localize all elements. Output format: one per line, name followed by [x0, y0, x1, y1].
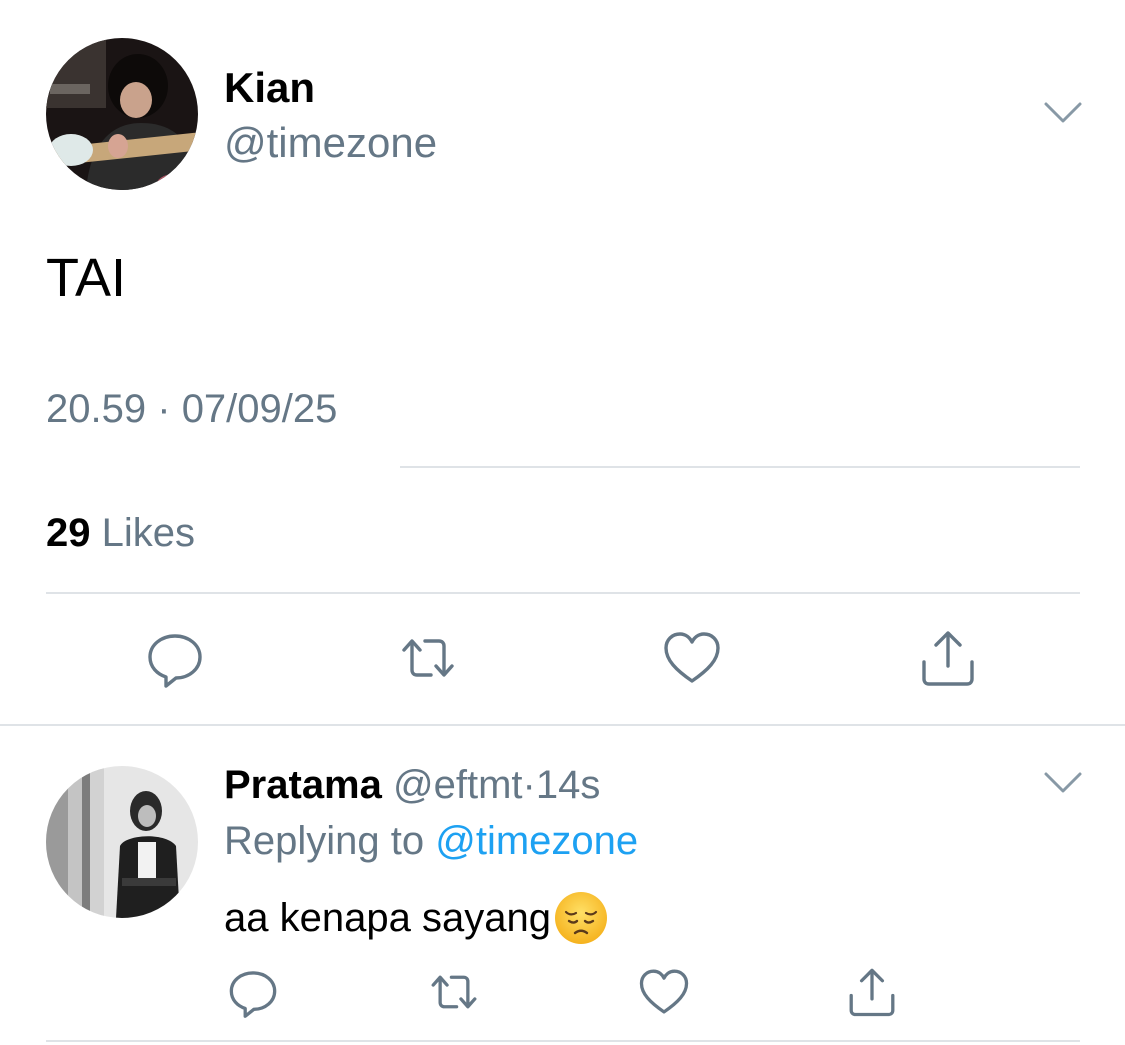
chevron-down-icon[interactable]	[1043, 770, 1083, 796]
replying-to: Replying to @timezone	[224, 818, 638, 864]
reply-age: 14s	[535, 763, 601, 807]
pensive-face-emoji-icon	[553, 890, 609, 946]
tweet-time: 20.59	[46, 387, 147, 431]
chevron-down-icon[interactable]	[1043, 100, 1083, 126]
meta-separator: ·	[522, 763, 536, 807]
author-name[interactable]: Kian	[224, 64, 315, 112]
user-avatar-image	[46, 766, 198, 918]
divider	[46, 1040, 1080, 1042]
divider	[46, 592, 1080, 594]
reply-author-name[interactable]: Pratama	[224, 763, 382, 807]
replying-to-mention[interactable]: @timezone	[435, 819, 638, 863]
heart-icon[interactable]	[662, 628, 722, 688]
meta-separator: ·	[157, 387, 171, 431]
likes-label: Likes	[101, 511, 196, 555]
share-icon[interactable]	[918, 628, 978, 688]
reply-text: aa kenapa sayang	[224, 890, 609, 946]
replying-to-label: Replying to	[224, 819, 425, 863]
likes-summary[interactable]: 29 Likes	[46, 510, 195, 556]
comment-icon[interactable]	[145, 628, 205, 688]
user-avatar-image	[46, 38, 198, 190]
reply-text-content: aa kenapa sayang	[224, 896, 551, 940]
comment-icon[interactable]	[227, 966, 279, 1018]
avatar[interactable]	[46, 38, 198, 190]
likes-count: 29	[46, 511, 91, 555]
tweet-timestamp: 20.59 · 07/09/25	[46, 386, 337, 432]
divider	[400, 466, 1080, 468]
retweet-icon[interactable]	[398, 628, 458, 688]
author-handle[interactable]: @timezone	[224, 119, 437, 167]
reply-author-handle[interactable]: @eftmt	[393, 763, 523, 807]
share-icon[interactable]	[846, 966, 898, 1018]
reply-header: Pratama @eftmt·14s	[224, 762, 600, 808]
retweet-icon[interactable]	[428, 966, 480, 1018]
divider	[0, 724, 1125, 726]
heart-icon[interactable]	[638, 966, 690, 1018]
tweet-detail-page: Kian @timezone TAI 20.59 · 07/09/25 29 L…	[0, 0, 1125, 1045]
tweet-date: 07/09/25	[181, 387, 338, 431]
avatar[interactable]	[46, 766, 198, 918]
tweet-text: TAI	[46, 248, 126, 308]
